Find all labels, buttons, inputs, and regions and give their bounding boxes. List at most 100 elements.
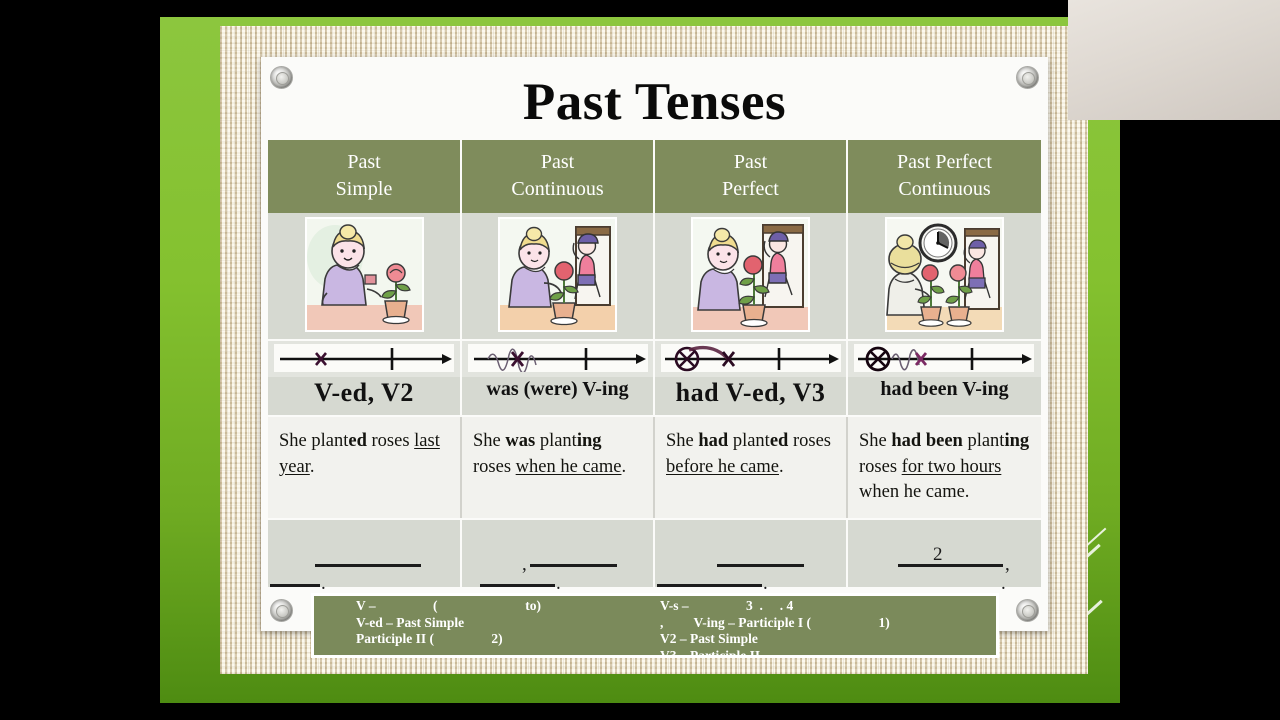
blank-exercise-past-perfect-continuous[interactable]: 2 , . (847, 518, 1041, 594)
blank-line[interactable] (717, 563, 804, 567)
timeline-cell-past-continuous (461, 340, 655, 377)
table-header-row: Past Simple Past Continuous Past Perfect… (268, 140, 1041, 213)
timeline-ongoing-action-in-past (468, 344, 648, 374)
formula-past-perfect-continuous: had been V-ing (847, 377, 1041, 417)
example-text-plain: . (621, 456, 627, 477)
illustration-cell-past-continuous (461, 213, 655, 341)
example-text-plain: plant (728, 431, 770, 451)
header-line-1: Past (347, 151, 381, 173)
example-text-plain: She (666, 431, 699, 451)
example-text-plain: roses (788, 431, 831, 451)
legend-line: V-s – 3 . . 4 (660, 598, 794, 613)
blank-punctuation: . (1001, 572, 1006, 594)
example-text-underline: before he came (666, 456, 779, 477)
table-example-row: She planted roses last year. She was pla… (268, 416, 1041, 520)
formula-past-continuous: was (were) V-ing (461, 377, 655, 417)
example-text-bold: was (505, 431, 536, 451)
header-line-1: Past Perfect (897, 151, 992, 173)
girl-planting-rose-boy-entering-illustration (498, 217, 617, 332)
example-text-plain: roses (473, 456, 516, 477)
page-title: Past Tenses (522, 73, 787, 131)
column-header-past-perfect: Past Perfect (654, 140, 848, 213)
header-line-1: Past (733, 151, 768, 173)
example-text-bold: had (698, 431, 729, 451)
example-text-plain: . (778, 456, 784, 477)
example-text-bold: ed (769, 431, 789, 451)
screen-root: Past Tenses Past Simple Past Continuous (0, 0, 1280, 720)
header-line-2: Continuous (898, 178, 991, 200)
example-text-bold: ing (576, 431, 602, 451)
blank-number: 2 (933, 543, 943, 565)
illustration-cell-past-simple (268, 213, 462, 341)
screw-icon (270, 66, 293, 89)
blank-line[interactable] (270, 583, 320, 587)
example-text-bold: ed (348, 431, 367, 451)
timeline-duration-before-past-point (854, 344, 1034, 372)
presentation-slide: Past Tenses Past Simple Past Continuous (160, 17, 1120, 703)
header-line-1: Past (540, 151, 575, 173)
example-text-plain: plant (962, 431, 1005, 451)
girl-finished-planting-boy-entering-illustration (691, 217, 810, 332)
example-past-perfect-continuous: She had been planting roses for two hour… (847, 416, 1041, 520)
example-past-continuous: She was planting roses when he came. (461, 416, 655, 520)
blank-punctuation: . (321, 572, 326, 594)
illustration-cell-past-perfect (654, 213, 848, 341)
verb-forms-legend-banner: V – ( to) V-ed – Past Simple Participle … (311, 593, 999, 658)
legend-line: V3 – Participle II (660, 647, 761, 658)
header-line-2: Perfect (722, 178, 779, 200)
formula-past-perfect: had V-ed, V3 (654, 377, 848, 417)
example-text-underline: when he came (515, 456, 622, 477)
blank-line[interactable] (315, 563, 421, 567)
table-blank-exercise-row: . , . . 2 , . (268, 518, 1041, 594)
blank-line[interactable] (480, 583, 555, 587)
blank-exercise-past-simple[interactable]: . (268, 518, 462, 594)
column-header-past-simple: Past Simple (268, 140, 462, 213)
header-line-2: Simple (335, 178, 393, 200)
table-illustration-row (268, 213, 1041, 341)
legend-line: V – ( to) (356, 598, 541, 613)
example-text-plain: She (859, 431, 892, 451)
webcam-background (1068, 0, 1280, 120)
timeline-cell-past-perfect (654, 340, 848, 377)
letterbox-bar-right (1120, 120, 1280, 720)
blank-punctuation: , (522, 553, 527, 575)
screw-icon (270, 599, 293, 622)
header-line-2: Continuous (511, 178, 604, 200)
formula-past-simple: V-ed, V2 (268, 377, 462, 417)
presenter-webcam-feed[interactable] (1068, 0, 1280, 120)
example-text-plain: roses (366, 431, 415, 451)
example-text-bold: had been (891, 431, 963, 451)
table-timeline-row (268, 340, 1041, 377)
past-tenses-table: Past Simple Past Continuous Past Perfect… (268, 140, 1041, 594)
girl-planting-rose-illustration (304, 217, 424, 332)
example-text-bold: ing (1004, 431, 1030, 451)
blank-punctuation: . (556, 572, 561, 594)
timeline-point-in-past (274, 344, 454, 372)
illustration-cell-past-perfect-continuous (847, 213, 1041, 341)
blank-exercise-past-perfect[interactable]: . (654, 518, 848, 594)
legend-line: Participle II ( 2) (356, 631, 503, 646)
blank-line[interactable] (530, 563, 617, 567)
legend-line: V-ed – Past Simple (356, 614, 465, 630)
legend-line: V2 – Past Simple (660, 631, 758, 646)
whiteboard-panel: Past Tenses Past Simple Past Continuous (261, 57, 1048, 631)
screw-icon (1016, 66, 1039, 89)
blank-line[interactable] (657, 583, 762, 587)
example-text-plain: She plant (279, 431, 349, 451)
example-text-plain: when he came. (859, 482, 970, 502)
example-text-underline: for two hours (901, 456, 1002, 477)
column-header-past-perfect-continuous: Past Perfect Continuous (847, 140, 1041, 213)
example-text-plain: . (309, 456, 315, 477)
blank-exercise-past-continuous[interactable]: , . (461, 518, 655, 594)
example-past-simple: She planted roses last year. (268, 416, 462, 520)
blank-punctuation: . (763, 572, 768, 594)
letterbox-bar-left (0, 0, 160, 720)
timeline-cell-past-simple (268, 340, 462, 377)
legend-line: , V-ing – Participle I ( 1) (660, 614, 890, 630)
letterbox-bar-top (160, 0, 1120, 17)
legend-left-column: V – ( to) V-ed – Past Simple Participle … (356, 598, 541, 648)
girl-planting-roses-clock-boy-entering-illustration (885, 217, 1004, 332)
blank-line[interactable] (898, 563, 1003, 567)
example-text-plain: She (473, 431, 506, 451)
example-text-plain: plant (535, 431, 577, 451)
